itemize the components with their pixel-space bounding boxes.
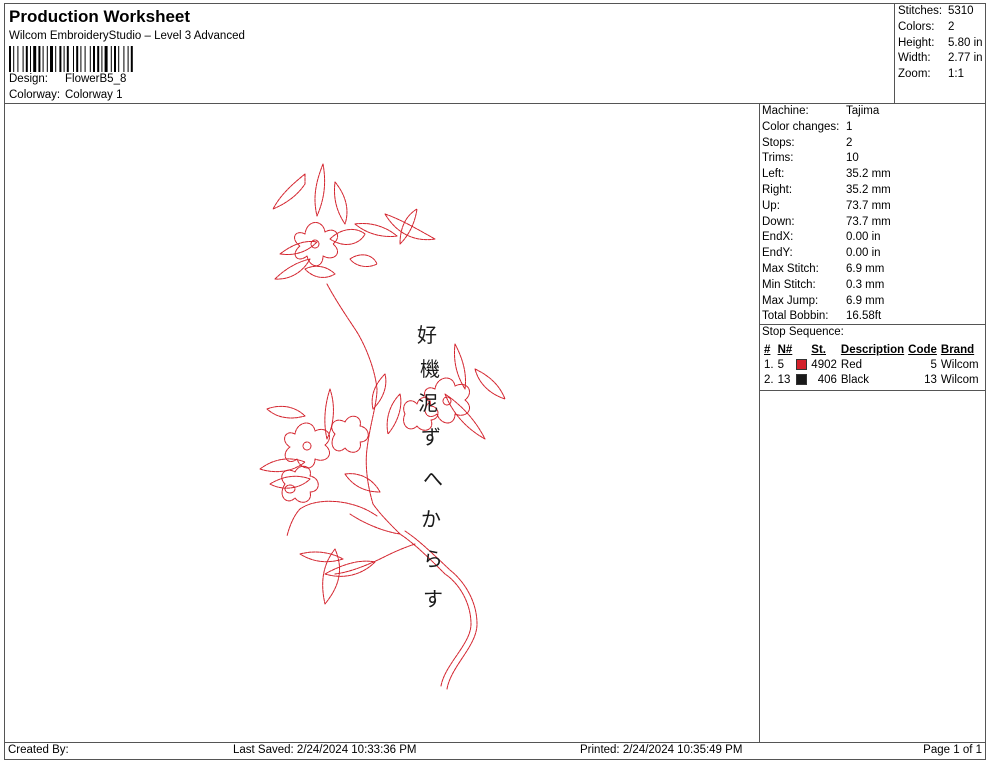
color-description: Red xyxy=(840,358,862,371)
divider xyxy=(760,324,985,325)
printed-date: Printed: 2/24/2024 10:35:49 PM xyxy=(580,744,743,756)
worksheet-header: Production Worksheet Wilcom EmbroiderySt… xyxy=(4,3,895,104)
col-number: # xyxy=(764,343,771,356)
row-number: 2. xyxy=(764,373,774,386)
red-stitch-outline xyxy=(259,163,506,690)
divider xyxy=(760,390,985,391)
width-label: Width: xyxy=(898,52,931,64)
col-code: Code xyxy=(908,343,937,356)
right-value: 35.2 mm xyxy=(846,184,891,196)
created-by: Created By: xyxy=(8,744,69,756)
stops-value: 2 xyxy=(846,137,853,149)
color-code: 13 xyxy=(924,373,937,386)
design-char-4: ず xyxy=(421,425,441,449)
min-stitch-label: Min Stitch: xyxy=(762,279,816,291)
stitches-value: 5310 xyxy=(948,5,974,17)
design-char-7: ら xyxy=(423,547,443,571)
design-char-2: 機 xyxy=(420,357,440,381)
endy-value: 0.00 in xyxy=(846,247,881,259)
endy-label: EndY: xyxy=(762,247,793,259)
height-value: 5.80 in xyxy=(948,37,983,49)
thread-brand: Wilcom xyxy=(940,358,979,371)
down-value: 73.7 mm xyxy=(846,216,891,228)
col-needle: N# xyxy=(777,343,793,356)
stitches-label: Stitches: xyxy=(898,5,943,17)
table-header-row: # N# St. Description Code Brand xyxy=(762,342,981,357)
worksheet-footer: Created By: Last Saved: 2/24/2024 10:33:… xyxy=(4,742,986,760)
color-description: Black xyxy=(840,373,870,386)
design-char-6: か xyxy=(421,507,441,531)
stitch-count: 406 xyxy=(817,373,837,386)
color-changes-label: Color changes: xyxy=(762,121,840,133)
design-char-3: 泥 xyxy=(418,391,438,415)
total-bobbin-value: 16.58ft xyxy=(846,310,882,322)
stop-sequence-table: # N# St. Description Code Brand 1. 5 490… xyxy=(762,342,981,387)
color-code: 5 xyxy=(930,358,937,371)
max-jump-value: 6.9 mm xyxy=(846,295,885,307)
design-preview: 好 機 泥 ず へ か ら す xyxy=(4,103,760,743)
max-stitch-value: 6.9 mm xyxy=(846,263,885,275)
trims-label: Trims: xyxy=(762,152,794,164)
color-changes-value: 1 xyxy=(846,121,853,133)
col-stitches: St. xyxy=(811,343,826,356)
color-swatch-red xyxy=(796,358,808,370)
design-label: Design: xyxy=(9,73,48,85)
row-number: 1. xyxy=(764,358,774,371)
software-subtitle: Wilcom EmbroideryStudio – Level 3 Advanc… xyxy=(9,30,245,42)
left-value: 35.2 mm xyxy=(846,168,891,180)
details-panel: Machine: Tajima Color changes: 1 Stops: … xyxy=(759,103,986,743)
col-brand: Brand xyxy=(940,343,975,356)
table-row: 2. 13 406 Black 13 Wilcom xyxy=(762,372,981,387)
stop-sequence-label: Stop Sequence: xyxy=(762,326,844,338)
embroidery-design: 好 機 泥 ず へ か ら す xyxy=(259,163,506,690)
barcode xyxy=(9,46,133,72)
design-value: FlowerB5_8 xyxy=(65,73,127,85)
min-stitch-value: 0.3 mm xyxy=(846,279,885,291)
endx-value: 0.00 in xyxy=(846,231,881,243)
total-bobbin-label: Total Bobbin: xyxy=(762,310,829,322)
max-stitch-label: Max Stitch: xyxy=(762,263,819,275)
color-swatch-black xyxy=(796,373,808,385)
needle-number: 5 xyxy=(777,358,784,371)
zoom-label: Zoom: xyxy=(898,68,931,80)
left-label: Left: xyxy=(762,168,785,180)
colorway-label: Colorway: xyxy=(9,89,61,101)
col-description: Description xyxy=(840,343,905,356)
stops-label: Stops: xyxy=(762,137,795,149)
up-value: 73.7 mm xyxy=(846,200,891,212)
max-jump-label: Max Jump: xyxy=(762,295,819,307)
page-title: Production Worksheet xyxy=(9,7,191,26)
stitch-count: 4902 xyxy=(811,358,837,371)
zoom-value: 1:1 xyxy=(948,68,964,80)
width-value: 2.77 in xyxy=(948,52,983,64)
colors-value: 2 xyxy=(948,21,955,33)
up-label: Up: xyxy=(762,200,780,212)
right-label: Right: xyxy=(762,184,793,196)
design-char-8: す xyxy=(423,587,443,611)
colors-label: Colors: xyxy=(898,21,935,33)
design-char-1: 好 xyxy=(417,323,437,347)
colorway-value: Colorway 1 xyxy=(65,89,123,101)
endx-label: EndX: xyxy=(762,231,794,243)
table-row: 1. 5 4902 Red 5 Wilcom xyxy=(762,357,981,372)
summary-panel: Stitches: 5310 Colors: 2 Height: 5.80 in… xyxy=(894,3,986,104)
machine-label: Machine: xyxy=(762,105,809,117)
trims-value: 10 xyxy=(846,152,859,164)
design-char-5: へ xyxy=(423,467,443,491)
last-saved: Last Saved: 2/24/2024 10:33:36 PM xyxy=(233,744,417,756)
page-number: Page 1 of 1 xyxy=(923,744,982,756)
needle-number: 13 xyxy=(777,373,791,386)
thread-brand: Wilcom xyxy=(940,373,979,386)
height-label: Height: xyxy=(898,37,935,49)
down-label: Down: xyxy=(762,216,795,228)
design-lettering: 好 機 泥 ず へ か ら す xyxy=(417,323,443,611)
machine-value: Tajima xyxy=(846,105,880,117)
